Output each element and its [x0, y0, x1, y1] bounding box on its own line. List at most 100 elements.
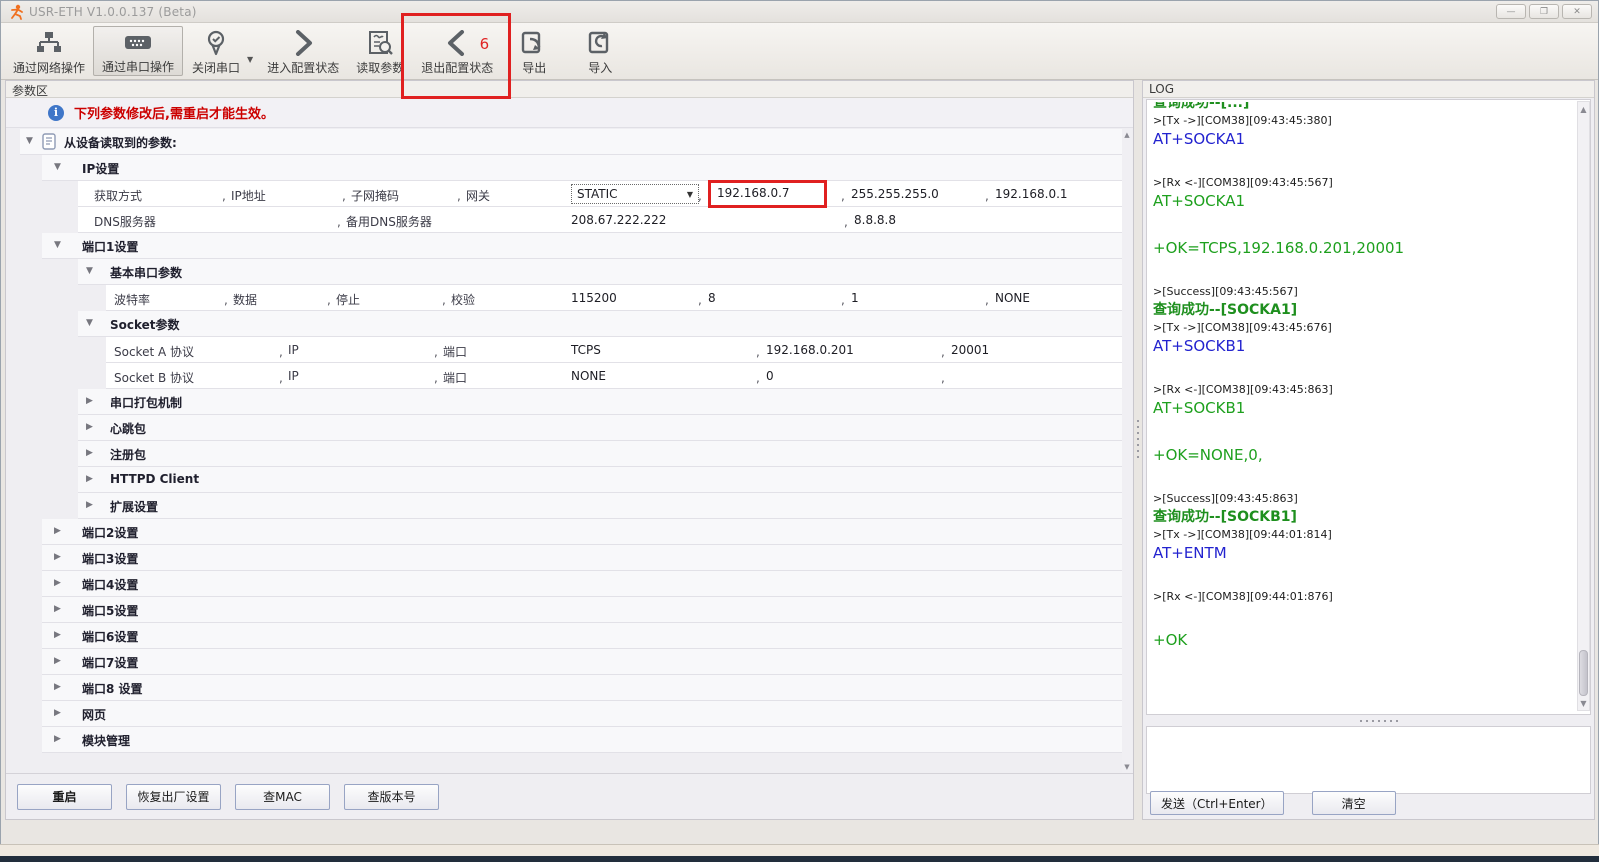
log-line: >[Rx <-][COM38][09:43:45:567]: [1153, 176, 1584, 189]
separator: ,: [985, 189, 989, 203]
panel-splitter[interactable]: [1134, 80, 1142, 820]
log-scroll-up-icon[interactable]: ▲: [1578, 102, 1589, 116]
toolbar-button-label: 导出: [522, 59, 546, 76]
separator: ,: [224, 293, 228, 307]
toolbar-button-read-params[interactable]: 读取参数: [347, 26, 413, 76]
tree-group-端口3设置[interactable]: ▶端口3设置: [42, 545, 1122, 571]
separator: ,: [337, 215, 341, 229]
field-value[interactable]: 20001: [951, 343, 989, 357]
field-label: 端口: [443, 343, 467, 360]
collapse-arrow-icon: ▼: [26, 136, 33, 146]
toolbar-button-close-serial[interactable]: 关闭串口: [183, 26, 249, 76]
tree-group-label: 从设备读取到的参数:: [64, 134, 177, 151]
field-value-highlighted[interactable]: 192.168.0.7: [708, 180, 827, 208]
toolbar-button-exit-config[interactable]: 6退出配置状态: [413, 26, 501, 76]
restart-notice-text: 下列参数修改后,需重启才能生效。: [74, 103, 274, 122]
tree-group-串口打包机制[interactable]: ▶串口打包机制: [78, 389, 1122, 415]
field-value[interactable]: 192.168.0.1: [995, 187, 1068, 201]
send-button[interactable]: 发送（Ctrl+Enter）: [1150, 791, 1284, 815]
field-value[interactable]: 8: [708, 291, 716, 305]
field-value[interactable]: NONE: [571, 369, 606, 383]
expand-arrow-icon: ▶: [86, 422, 93, 432]
tree-group-端口1设置[interactable]: ▼端口1设置: [42, 233, 1122, 259]
tree-group-端口8设置[interactable]: ▶端口8 设置: [42, 675, 1122, 701]
log-scrollbar[interactable]: ▲ ▼: [1577, 101, 1590, 711]
window-controls: —❐✕: [1496, 4, 1594, 19]
field-value[interactable]: 0: [766, 369, 774, 383]
field-label: IP: [288, 369, 299, 383]
separator: ,: [279, 345, 283, 359]
tree-group-端口4设置[interactable]: ▶端口4设置: [42, 571, 1122, 597]
separator: ,: [841, 293, 845, 307]
tree-group-Socket参数[interactable]: ▼Socket参数: [78, 311, 1122, 337]
field-label: 校验: [451, 291, 475, 308]
minimize-button[interactable]: —: [1496, 4, 1526, 19]
log-panel-header: LOG: [1143, 81, 1594, 98]
field-value[interactable]: 8.8.8.8: [854, 213, 896, 227]
footer-button-查MAC[interactable]: 查MAC: [235, 784, 330, 810]
expand-arrow-icon: ▶: [54, 526, 61, 536]
tree-group-label: 端口3设置: [82, 550, 138, 567]
tree-group-扩展设置[interactable]: ▶扩展设置: [78, 493, 1122, 519]
scroll-up-icon[interactable]: ▲: [1122, 129, 1132, 141]
field-value[interactable]: 208.67.222.222: [571, 213, 666, 227]
tree-group-端口7设置[interactable]: ▶端口7设置: [42, 649, 1122, 675]
log-output[interactable]: 查询成功--[...]>[Tx ->][COM38][09:43:45:380]…: [1146, 99, 1591, 715]
tree-group-HTTPDClient[interactable]: ▶HTTPD Client: [78, 467, 1122, 493]
footer-button-恢复出厂设置[interactable]: 恢复出厂设置: [126, 784, 221, 810]
tree-group-网页[interactable]: ▶网页: [42, 701, 1122, 727]
tree-group-模块管理[interactable]: ▶模块管理: [42, 727, 1122, 753]
tree-group-端口5设置[interactable]: ▶端口5设置: [42, 597, 1122, 623]
toolbar-button-net-op[interactable]: 通过网络操作: [5, 26, 93, 76]
obtain-mode-dropdown[interactable]: STATIC▼: [571, 184, 699, 204]
footer-button-重启[interactable]: 重启: [17, 784, 112, 810]
tree-group-基本串口参数[interactable]: ▼基本串口参数: [78, 259, 1122, 285]
log-spacer: [1153, 418, 1584, 443]
field-value[interactable]: 1: [851, 291, 859, 305]
tree-group-心跳包[interactable]: ▶心跳包: [78, 415, 1122, 441]
expand-arrow-icon: ▶: [86, 500, 93, 510]
tree-group-IP设置[interactable]: ▼IP设置: [42, 155, 1122, 181]
tree-group-端口2设置[interactable]: ▶端口2设置: [42, 519, 1122, 545]
chevron-right-icon: [290, 28, 316, 58]
close-button[interactable]: ✕: [1562, 4, 1592, 19]
log-buttons: 发送（Ctrl+Enter） 清空: [1146, 791, 1396, 815]
tree-group-端口6设置[interactable]: ▶端口6设置: [42, 623, 1122, 649]
log-line: >[Success][09:43:45:567]: [1153, 285, 1584, 298]
parameter-footer: 重启恢复出厂设置查MAC 查版本号: [6, 773, 1133, 819]
toolbar-button-serial-op[interactable]: 通过串口操作: [93, 26, 183, 76]
field-value[interactable]: 115200: [571, 291, 617, 305]
tree-group-从设备读取到的参数[interactable]: ▼ 从设备读取到的参数:: [20, 129, 1122, 155]
field-label: 备用DNS服务器: [346, 213, 432, 230]
separator: ,: [222, 189, 226, 203]
separator: ,: [698, 293, 702, 307]
toolbar-button-export[interactable]: 导出: [501, 26, 567, 76]
log-line: >[Tx ->][COM38][09:44:01:814]: [1153, 528, 1584, 541]
field-value[interactable]: NONE: [995, 291, 1030, 305]
device-params-icon: [42, 133, 56, 150]
log-spacer: [1153, 603, 1584, 628]
restore-button[interactable]: ❐: [1529, 4, 1559, 19]
footer-button-查版本号[interactable]: 查版本号: [344, 784, 439, 810]
clear-button[interactable]: 清空: [1312, 791, 1396, 815]
toolbar-button-label: 退出配置状态: [421, 59, 493, 76]
log-scroll-thumb[interactable]: [1579, 650, 1588, 696]
toolbar-button-enter-config[interactable]: 进入配置状态: [259, 26, 347, 76]
log-line: >[Tx ->][COM38][09:43:45:380]: [1153, 114, 1584, 127]
scroll-down-icon[interactable]: ▼: [1122, 761, 1132, 773]
log-input-splitter[interactable]: [1146, 717, 1591, 725]
field-value[interactable]: 255.255.255.0: [851, 187, 939, 201]
field-value[interactable]: 192.168.0.201: [766, 343, 854, 357]
command-input[interactable]: [1146, 726, 1591, 794]
toolbar-button-import[interactable]: 导入: [567, 26, 633, 76]
import-icon: [586, 28, 614, 58]
toolbar-button-label: 导入: [588, 59, 612, 76]
field-label: 网关: [466, 187, 490, 204]
parameter-scrollbar[interactable]: ▲ ▼: [1122, 129, 1132, 773]
log-scroll-down-icon[interactable]: ▼: [1578, 696, 1589, 710]
tree-group-label: IP设置: [82, 160, 119, 177]
tree-group-注册包[interactable]: ▶注册包: [78, 441, 1122, 467]
info-icon: i: [48, 105, 64, 121]
field-value[interactable]: TCPS: [571, 343, 601, 357]
separator: ,: [756, 371, 760, 385]
